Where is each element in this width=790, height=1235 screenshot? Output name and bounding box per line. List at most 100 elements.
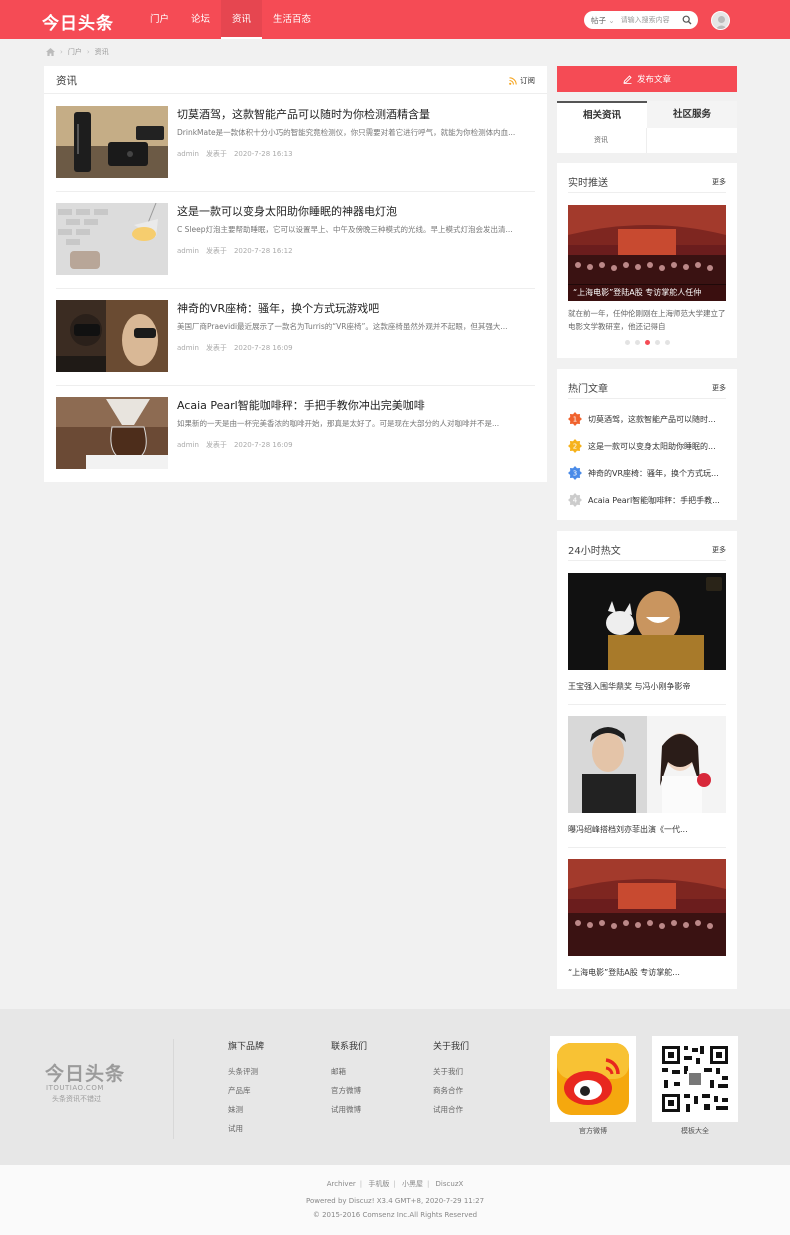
- footer-link[interactable]: 关于我们: [433, 1062, 469, 1081]
- article-title[interactable]: 这是一款可以变身太阳助你睡眠的神器电灯泡: [177, 203, 397, 219]
- home-icon[interactable]: [46, 48, 55, 56]
- footer-link[interactable]: 商务合作: [433, 1081, 469, 1100]
- footer-link[interactable]: 试用合作: [433, 1100, 469, 1119]
- hot-article-title: Acaia Pearl智能咖啡秤：手把手教...: [588, 495, 720, 505]
- bottom-link-discuzx[interactable]: DiscuzX: [436, 1180, 464, 1188]
- rank-badge-icon: 4: [568, 493, 582, 507]
- bottom-links: Archiver | 手机版 | 小黑屋 | DiscuzX: [326, 1180, 464, 1188]
- footer-link[interactable]: 产品库: [228, 1081, 264, 1100]
- article-title[interactable]: Acaia Pearl智能咖啡秤：手把手教你冲出完美咖啡: [177, 397, 425, 413]
- article-date: 2020-7-28 16:12: [233, 247, 293, 255]
- article-summary: 如果新的一天是由一杯完美香浓的咖啡开始，那真是太好了。可是现在大部分的人对咖啡并…: [177, 419, 500, 428]
- footer-logo-slogan: 头条资讯不错过: [52, 1095, 101, 1103]
- realtime-slide-image[interactable]: “上海电影”登陆A股 专访掌舵人任仲: [568, 205, 726, 301]
- search-type-select[interactable]: 帖子 ⌄: [591, 15, 615, 26]
- hot-articles-more-link[interactable]: 更多: [712, 383, 726, 393]
- article-author[interactable]: admin: [177, 441, 199, 449]
- hot-article-item[interactable]: 3 神奇的VR座椅：骚年，换个方式玩...: [568, 466, 719, 480]
- user-avatar[interactable]: [711, 11, 730, 30]
- qr-caption: 官方微博: [579, 1127, 607, 1135]
- footer-link[interactable]: 邮箱: [331, 1062, 367, 1081]
- article-published-label: 发表于: [205, 441, 227, 449]
- realtime-more-link[interactable]: 更多: [712, 177, 726, 187]
- slide-dot[interactable]: [655, 340, 660, 345]
- hot-article-item[interactable]: 2 这是一款可以变身太阳助你睡眠的...: [568, 439, 716, 453]
- day-hot-more-link[interactable]: 更多: [712, 545, 726, 555]
- article-thumbnail[interactable]: [56, 300, 168, 372]
- nav-item-forum[interactable]: 论坛: [180, 0, 221, 39]
- rank-badge-icon: 2: [568, 439, 582, 453]
- subscribe-button[interactable]: 订阅: [509, 75, 535, 86]
- article-title[interactable]: 切莫酒驾，这款智能产品可以随时为你检测酒精含量: [177, 106, 430, 122]
- hot-article-item[interactable]: 1 切莫酒驾，这款智能产品可以随时...: [568, 412, 716, 426]
- day-hot-image[interactable]: [568, 716, 726, 813]
- powered-by: Powered by Discuz! X3.4 GMT+8, 2020-7-29…: [305, 1197, 485, 1205]
- rank-number: 2: [573, 443, 577, 451]
- article-item[interactable]: 切莫酒驾，这款智能产品可以随时为你检测酒精含量 DrinkMate是一款体积十分…: [56, 95, 535, 192]
- rank-badge-icon: 3: [568, 466, 582, 480]
- news-list-panel: 资讯 订阅 切莫酒驾，这款智能产品可以随时为你检测酒精含量 DrinkMate是…: [44, 66, 547, 482]
- day-hot-caption[interactable]: 王宝强入围华鼎奖 与冯小刚争影帝: [568, 681, 691, 692]
- slide-dot[interactable]: [665, 340, 670, 345]
- article-author[interactable]: admin: [177, 344, 199, 352]
- search-box: 帖子 ⌄: [584, 11, 698, 29]
- footer-link[interactable]: 试用: [228, 1119, 264, 1138]
- hot-articles-panel: 热门文章 更多 1 切莫酒驾，这款智能产品可以随时... 2 这是一款可以变身太…: [557, 369, 737, 520]
- footer-column-title: 关于我们: [433, 1042, 470, 1052]
- bottom-link-archiver[interactable]: Archiver: [327, 1180, 356, 1188]
- nav-item-news[interactable]: 资讯: [221, 0, 263, 39]
- footer-link[interactable]: 试用微博: [331, 1100, 367, 1119]
- article-published-label: 发表于: [205, 344, 227, 352]
- slide-dot[interactable]: [635, 340, 640, 345]
- footer-logo-domain: ITOUTIAO.COM: [46, 1084, 104, 1092]
- article-item[interactable]: 这是一款可以变身太阳助你睡眠的神器电灯泡 C Sleep灯泡主要帮助睡眠，它可以…: [56, 192, 535, 289]
- day-hot-title: 24小时热文: [568, 546, 621, 557]
- article-thumbnail[interactable]: [56, 397, 168, 469]
- bottom-bar: Archiver | 手机版 | 小黑屋 | DiscuzX Powered by D…: [0, 1165, 790, 1235]
- article-thumbnail[interactable]: [56, 203, 168, 275]
- nav-item-portal[interactable]: 门户: [139, 0, 180, 39]
- breadcrumb-news[interactable]: 资讯: [95, 47, 109, 57]
- tab-community-service[interactable]: 社区服务: [647, 101, 737, 128]
- day-hot-caption[interactable]: 曝冯绍峰搭档刘亦菲出演《一代...: [568, 824, 688, 835]
- weibo-qr[interactable]: [550, 1036, 636, 1122]
- breadcrumb-separator: ›: [60, 48, 63, 56]
- article-item[interactable]: 神奇的VR座椅：骚年，换个方式玩游戏吧 美国厂商Praevidi最近展示了一款名…: [56, 289, 535, 386]
- day-hot-image[interactable]: [568, 859, 726, 956]
- hot-articles-title: 热门文章: [568, 384, 608, 395]
- top-navbar: 今日头条 门户 论坛 资讯 生活百态 帖子 ⌄: [0, 0, 790, 39]
- search-icon[interactable]: [682, 15, 692, 25]
- site-logo[interactable]: 今日头条: [42, 9, 114, 34]
- rss-icon: [509, 76, 517, 85]
- day-hot-caption[interactable]: “上海电影”登陆A股 专访掌舵...: [568, 967, 680, 978]
- article-item[interactable]: Acaia Pearl智能咖啡秤：手把手教你冲出完美咖啡 如果新的一天是由一杯完…: [56, 386, 535, 483]
- template-qr[interactable]: [652, 1036, 738, 1122]
- search-input[interactable]: [620, 16, 689, 24]
- footer-logo[interactable]: 今日头条: [45, 1059, 125, 1086]
- article-title[interactable]: 神奇的VR座椅：骚年，换个方式玩游戏吧: [177, 300, 379, 316]
- nav-item-life[interactable]: 生活百态: [262, 0, 322, 39]
- footer: 今日头条 ITOUTIAO.COM 头条资讯不错过 旗下品牌 头条评测 产品库 …: [0, 1009, 790, 1165]
- hot-article-item[interactable]: 4 Acaia Pearl智能咖啡秤：手把手教...: [568, 493, 720, 507]
- day-hot-image[interactable]: [568, 573, 726, 670]
- article-author[interactable]: admin: [177, 247, 199, 255]
- hot-article-title: 切莫酒驾，这款智能产品可以随时...: [588, 414, 716, 424]
- realtime-slide-caption[interactable]: “上海电影”登陆A股 专访掌舵人任仲: [568, 284, 726, 301]
- article-author[interactable]: admin: [177, 150, 199, 158]
- footer-link[interactable]: 官方微博: [331, 1081, 367, 1100]
- tab-related-news[interactable]: 相关资讯: [557, 101, 647, 128]
- article-date: 2020-7-28 16:09: [233, 344, 293, 352]
- bottom-link-mobile[interactable]: 手机版: [368, 1180, 389, 1188]
- post-article-button[interactable]: 发布文章: [557, 66, 737, 92]
- article-meta: admin 发表于 2020-7-28 16:09: [177, 343, 300, 353]
- related-tabs: 相关资讯 社区服务 资讯: [557, 101, 737, 153]
- slide-pagination: [625, 340, 675, 345]
- footer-link[interactable]: 妹测: [228, 1100, 264, 1119]
- tab-sub-link-news[interactable]: 资讯: [557, 128, 647, 153]
- footer-link[interactable]: 头条评测: [228, 1062, 264, 1081]
- bottom-link-blacklist[interactable]: 小黑屋: [402, 1180, 423, 1188]
- slide-dot[interactable]: [625, 340, 630, 345]
- slide-dot-active[interactable]: [645, 340, 650, 345]
- article-thumbnail[interactable]: [56, 106, 168, 178]
- breadcrumb-portal[interactable]: 门户: [68, 47, 82, 57]
